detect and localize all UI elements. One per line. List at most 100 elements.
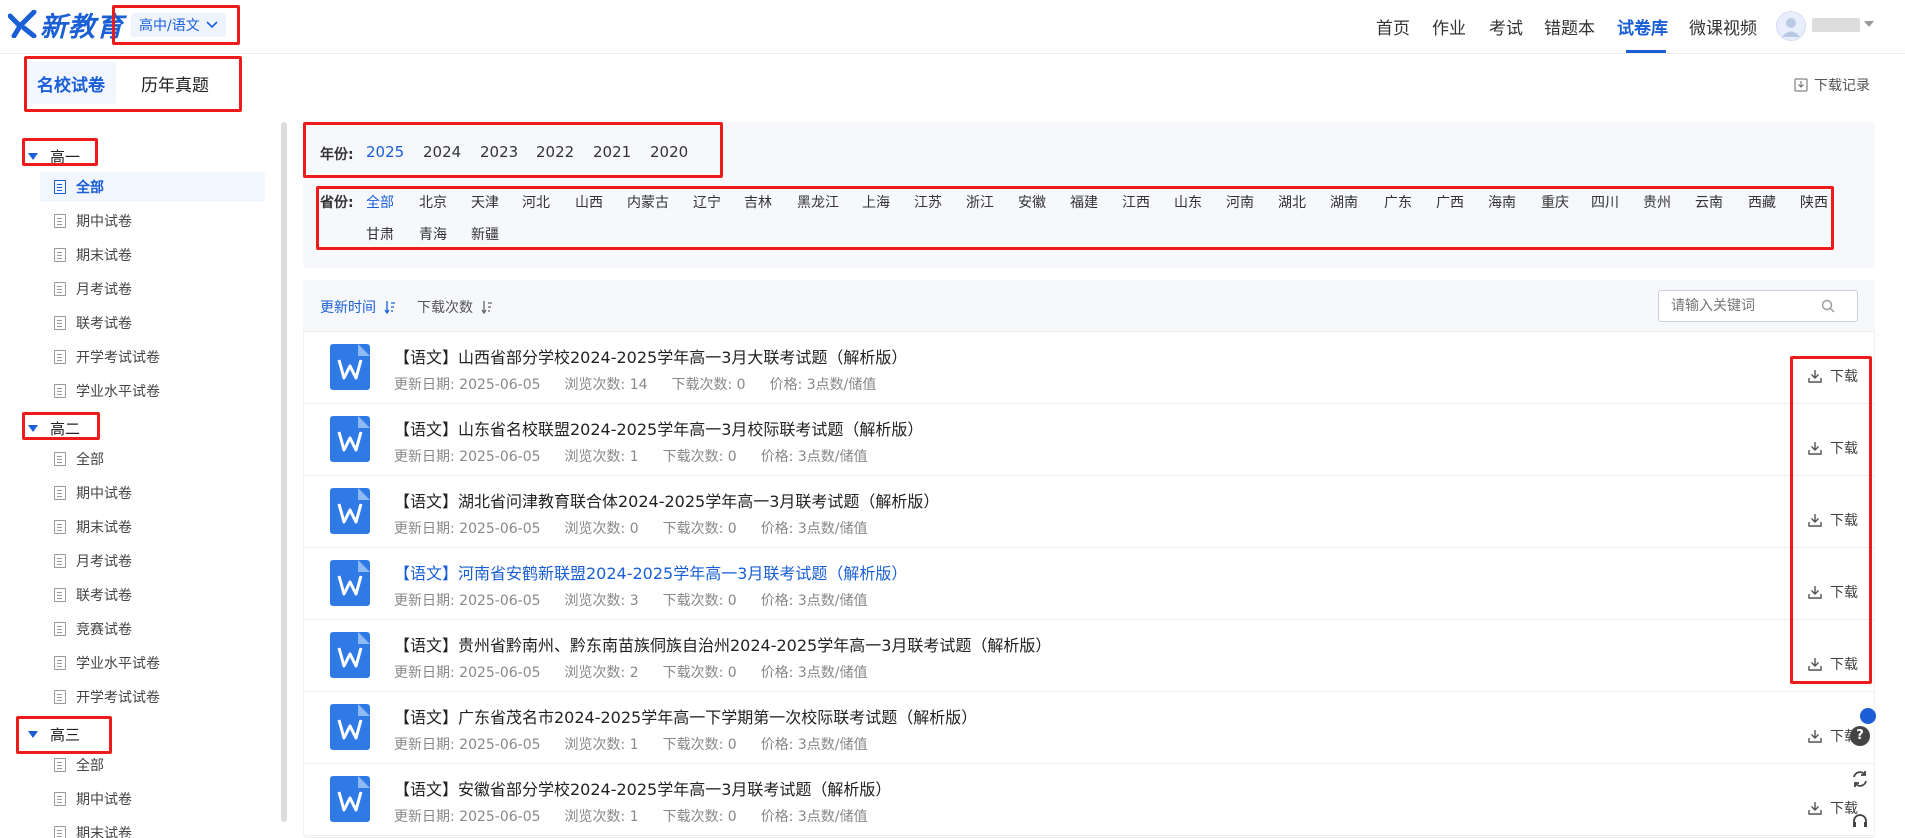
download-button[interactable]: 下载 <box>1808 510 1858 530</box>
nav-home[interactable]: 首页 <box>1376 14 1410 39</box>
sidebar-item-g2-monthly[interactable]: 月考试卷 <box>40 546 265 576</box>
province-option[interactable]: 陕西 <box>1800 192 1828 212</box>
paper-title[interactable]: 【语文】贵州省黔南州、黔东南苗族侗族自治州2024-2025学年高一3月联考试题… <box>394 632 1051 656</box>
help-icon[interactable]: ? <box>1850 726 1870 746</box>
year-option-2024[interactable]: 2024 <box>423 143 461 161</box>
sidebar-item-g1-proficiency[interactable]: 学业水平试卷 <box>40 376 265 406</box>
download-button[interactable]: 下载 <box>1808 582 1858 602</box>
paper-row[interactable]: 【语文】河南省安鹤新联盟2024-2025学年高一3月联考试题（解析版） 更新日期… <box>304 548 1874 620</box>
province-option[interactable]: 江西 <box>1122 192 1150 212</box>
download-button[interactable]: 下载 <box>1808 438 1858 458</box>
province-option[interactable]: 辽宁 <box>693 192 721 212</box>
tab-past-exam-papers[interactable]: 历年真题 <box>120 62 230 104</box>
sidebar-item-g1-midterm[interactable]: 期中试卷 <box>40 206 265 236</box>
sort-by-update-time[interactable]: 更新时间 <box>320 297 396 317</box>
province-option[interactable]: 黑龙江 <box>797 192 839 212</box>
year-option-2022[interactable]: 2022 <box>536 143 574 161</box>
paper-row[interactable]: 【语文】山西省部分学校2024-2025学年高一3月大联考试题（解析版） 更新日期… <box>304 332 1874 404</box>
province-option[interactable]: 海南 <box>1488 192 1516 212</box>
province-option[interactable]: 青海 <box>419 224 447 244</box>
sidebar-item-g1-opening[interactable]: 开学考试试卷 <box>40 342 265 372</box>
user-menu-chevron-icon[interactable] <box>1864 21 1874 28</box>
province-option[interactable]: 上海 <box>862 192 890 212</box>
download-button[interactable]: 下载 <box>1808 366 1858 386</box>
tab-famous-school-papers[interactable]: 名校试卷 <box>26 62 116 104</box>
sidebar-item-g2-proficiency[interactable]: 学业水平试卷 <box>40 648 265 678</box>
sidebar-group-grade1[interactable]: 高一 <box>28 146 80 167</box>
year-option-2020[interactable]: 2020 <box>650 143 688 161</box>
search-box[interactable] <box>1658 290 1858 322</box>
sidebar-item-g2-opening[interactable]: 开学考试试卷 <box>40 682 265 712</box>
avatar[interactable] <box>1776 11 1806 41</box>
paper-row[interactable]: 【语文】湖北省问津教育联合体2024-2025学年高一3月联考试题（解析版） 更新… <box>304 476 1874 548</box>
province-option[interactable]: 广西 <box>1436 192 1464 212</box>
logo[interactable]: 新教育 <box>8 6 124 43</box>
province-option[interactable]: 西藏 <box>1748 192 1776 212</box>
year-option-2025[interactable]: 2025 <box>366 143 404 161</box>
paper-title[interactable]: 【语文】广东省茂名市2024-2025学年高一下学期第一次校际联考试题（解析版） <box>394 704 977 728</box>
sidebar-group-grade2[interactable]: 高二 <box>28 418 80 439</box>
sidebar-item-g3-midterm[interactable]: 期中试卷 <box>40 784 265 814</box>
nav-homework[interactable]: 作业 <box>1432 14 1466 39</box>
sidebar-item-g2-competition[interactable]: 竞赛试卷 <box>40 614 265 644</box>
nav-paper-library[interactable]: 试卷库 <box>1617 14 1668 39</box>
province-option[interactable]: 云南 <box>1695 192 1723 212</box>
download-button[interactable]: 下载 <box>1808 654 1858 674</box>
sidebar-item-g2-joint[interactable]: 联考试卷 <box>40 580 265 610</box>
province-option[interactable]: 山西 <box>575 192 603 212</box>
province-option[interactable]: 河北 <box>522 192 550 212</box>
download-record-link[interactable]: 下载记录 <box>1794 75 1870 95</box>
province-option[interactable]: 浙江 <box>966 192 994 212</box>
paper-title[interactable]: 【语文】山东省名校联盟2024-2025学年高一3月校际联考试题（解析版） <box>394 416 923 440</box>
province-option[interactable]: 河南 <box>1226 192 1254 212</box>
province-option[interactable]: 甘肃 <box>366 224 394 244</box>
headset-icon[interactable] <box>1851 812 1869 830</box>
nav-micro-video[interactable]: 微课视频 <box>1689 14 1757 39</box>
paper-row[interactable]: 【语文】贵州省黔南州、黔东南苗族侗族自治州2024-2025学年高一3月联考试题… <box>304 620 1874 692</box>
province-option[interactable]: 重庆 <box>1541 192 1569 212</box>
collapse-check-icon[interactable] <box>1860 708 1876 724</box>
sidebar-item-g1-monthly[interactable]: 月考试卷 <box>40 274 265 304</box>
grade-subject-select[interactable]: 高中/语文 <box>131 13 226 37</box>
province-option[interactable]: 安徽 <box>1018 192 1046 212</box>
province-option[interactable]: 吉林 <box>744 192 772 212</box>
sidebar-item-g1-joint[interactable]: 联考试卷 <box>40 308 265 338</box>
province-option[interactable]: 天津 <box>471 192 499 212</box>
year-option-2021[interactable]: 2021 <box>593 143 631 161</box>
province-option[interactable]: 贵州 <box>1643 192 1671 212</box>
province-option[interactable]: 江苏 <box>914 192 942 212</box>
paper-row[interactable]: 【语文】安徽省部分学校2024-2025学年高一3月联考试题（解析版） 更新日期:… <box>304 764 1874 836</box>
province-option[interactable]: 湖南 <box>1330 192 1358 212</box>
province-option[interactable]: 广东 <box>1384 192 1412 212</box>
paper-row[interactable]: 【语文】广东省茂名市2024-2025学年高一下学期第一次校际联考试题（解析版）… <box>304 692 1874 764</box>
sidebar-item-g3-all[interactable]: 全部 <box>40 750 265 780</box>
search-icon[interactable] <box>1821 299 1835 313</box>
province-option[interactable]: 福建 <box>1070 192 1098 212</box>
province-option[interactable]: 四川 <box>1591 192 1619 212</box>
refresh-icon[interactable] <box>1851 770 1869 788</box>
nav-exam[interactable]: 考试 <box>1489 14 1523 39</box>
search-input[interactable] <box>1671 298 1821 314</box>
nav-wrongbook[interactable]: 错题本 <box>1544 14 1595 39</box>
sidebar-item-g2-all[interactable]: 全部 <box>40 444 265 474</box>
province-option[interactable]: 全部 <box>366 192 394 212</box>
sidebar-item-g3-final[interactable]: 期末试卷 <box>40 818 265 838</box>
paper-title[interactable]: 【语文】山西省部分学校2024-2025学年高一3月大联考试题（解析版） <box>394 344 907 368</box>
sidebar-item-g2-final[interactable]: 期末试卷 <box>40 512 265 542</box>
province-option[interactable]: 湖北 <box>1278 192 1306 212</box>
province-option[interactable]: 新疆 <box>471 224 499 244</box>
sidebar-item-g1-final[interactable]: 期末试卷 <box>40 240 265 270</box>
year-option-2023[interactable]: 2023 <box>480 143 518 161</box>
province-option[interactable]: 北京 <box>419 192 447 212</box>
paper-title[interactable]: 【语文】湖北省问津教育联合体2024-2025学年高一3月联考试题（解析版） <box>394 488 939 512</box>
sort-by-downloads[interactable]: 下载次数 <box>417 297 493 317</box>
sidebar-item-g2-midterm[interactable]: 期中试卷 <box>40 478 265 508</box>
paper-title[interactable]: 【语文】河南省安鹤新联盟2024-2025学年高一3月联考试题（解析版） <box>394 560 907 584</box>
sidebar-group-grade3[interactable]: 高三 <box>28 724 80 745</box>
paper-title[interactable]: 【语文】安徽省部分学校2024-2025学年高一3月联考试题（解析版） <box>394 776 891 800</box>
province-option[interactable]: 内蒙古 <box>627 192 669 212</box>
sidebar-scrollbar[interactable] <box>281 122 287 822</box>
province-option[interactable]: 山东 <box>1174 192 1202 212</box>
sidebar-item-g1-all[interactable]: 全部 <box>40 172 265 202</box>
paper-row[interactable]: 【语文】山东省名校联盟2024-2025学年高一3月校际联考试题（解析版） 更新日… <box>304 404 1874 476</box>
